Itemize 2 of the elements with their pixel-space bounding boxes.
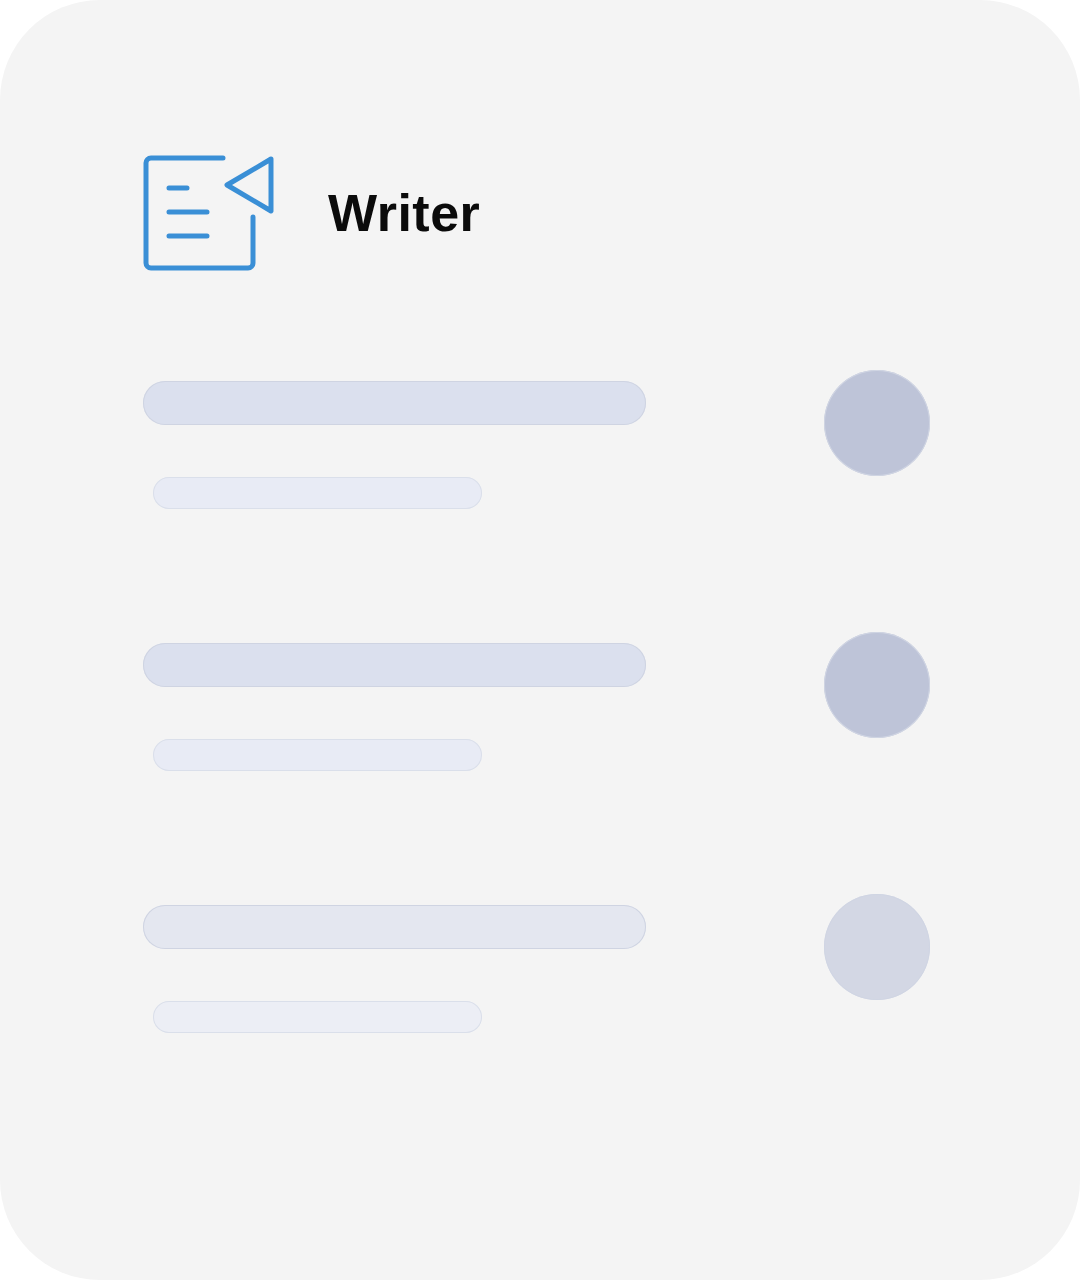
app-title: Writer <box>328 183 481 243</box>
document-icon <box>143 155 274 271</box>
